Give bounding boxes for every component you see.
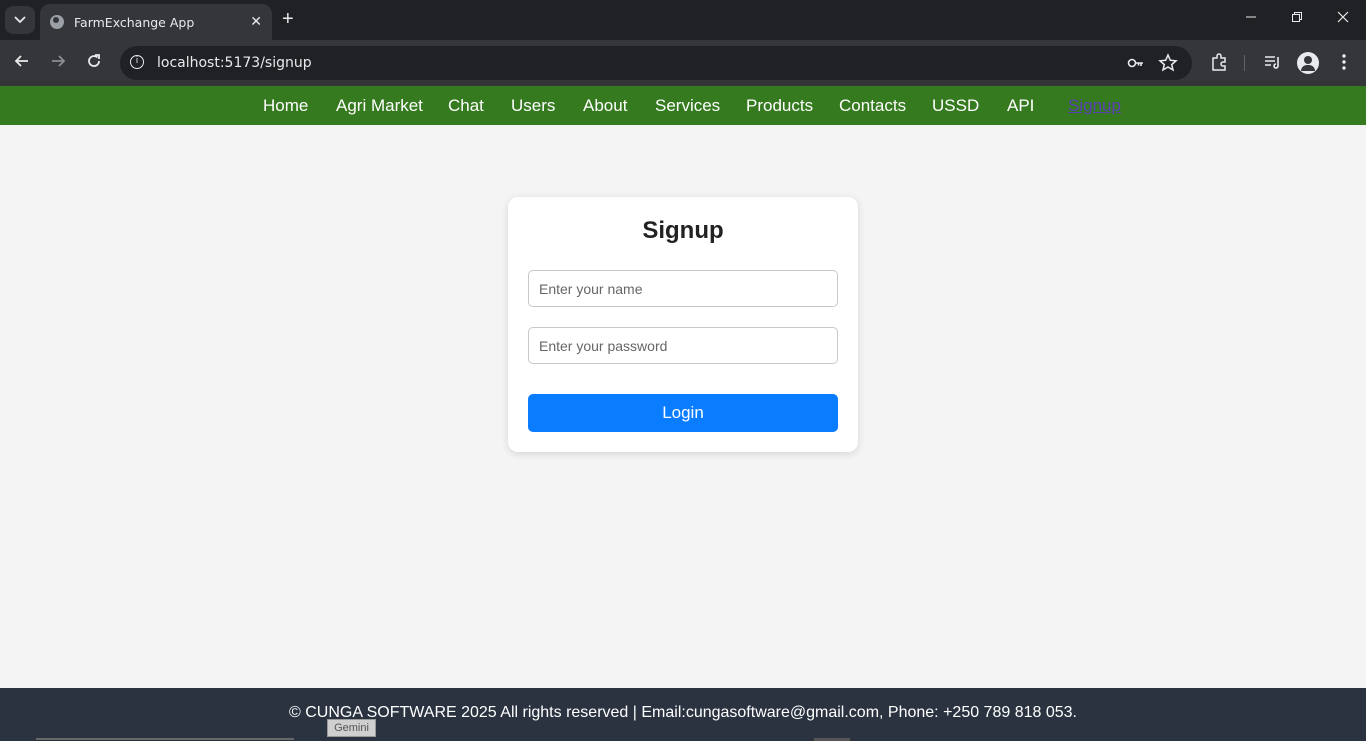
browser-toolbar: i localhost:5173/signup <box>0 40 1366 86</box>
toolbar-separator <box>1244 55 1245 71</box>
nav-signup[interactable]: Signup <box>1068 96 1121 116</box>
forward-icon[interactable] <box>49 52 67 74</box>
tab-close-icon[interactable]: ✕ <box>250 14 262 28</box>
nav-about[interactable]: About <box>583 96 627 116</box>
password-input[interactable] <box>528 327 838 364</box>
browser-tab[interactable]: FarmExchange App ✕ <box>40 4 272 40</box>
address-bar[interactable]: i localhost:5173/signup <box>120 46 1192 80</box>
profile-icon[interactable] <box>1297 52 1319 74</box>
browser-tab-bar: FarmExchange App ✕ + <box>0 0 1366 40</box>
close-window-icon[interactable] <box>1337 10 1349 26</box>
menu-icon[interactable] <box>1336 52 1352 77</box>
nav-ussd[interactable]: USSD <box>932 96 979 116</box>
extensions-icon[interactable] <box>1209 52 1229 77</box>
nav-services[interactable]: Services <box>655 96 720 116</box>
minimize-icon[interactable] <box>1245 10 1257 26</box>
gemini-tooltip: Gemini <box>327 719 376 737</box>
restore-icon[interactable] <box>1291 10 1303 26</box>
signup-card: Signup Login <box>508 197 858 452</box>
reload-icon[interactable] <box>85 52 103 74</box>
site-navbar: Home Agri Market Chat Users About Servic… <box>0 86 1366 125</box>
url-text[interactable]: localhost:5173/signup <box>157 55 312 71</box>
signup-title: Signup <box>642 217 724 244</box>
tab-search-icon[interactable] <box>5 6 35 34</box>
media-icon[interactable] <box>1262 52 1282 77</box>
nav-agri-market[interactable]: Agri Market <box>336 96 423 116</box>
site-info-icon[interactable]: i <box>130 55 144 69</box>
nav-products[interactable]: Products <box>746 96 813 116</box>
taskbar-edge <box>36 738 294 740</box>
back-icon[interactable] <box>13 52 31 74</box>
globe-icon <box>50 15 64 29</box>
bookmark-star-icon[interactable] <box>1158 53 1178 78</box>
tab-title: FarmExchange App <box>74 14 195 30</box>
nav-contacts[interactable]: Contacts <box>839 96 906 116</box>
footer: © CUNGA SOFTWARE 2025 All rights reserve… <box>0 688 1366 741</box>
footer-text: © CUNGA SOFTWARE 2025 All rights reserve… <box>289 704 1077 721</box>
login-button[interactable]: Login <box>528 394 838 432</box>
nav-home[interactable]: Home <box>263 96 308 116</box>
new-tab-button[interactable]: + <box>282 8 294 30</box>
nav-chat[interactable]: Chat <box>448 96 484 116</box>
name-input[interactable] <box>528 270 838 307</box>
nav-api[interactable]: API <box>1007 96 1034 116</box>
nav-users[interactable]: Users <box>511 96 555 116</box>
password-key-icon[interactable] <box>1126 53 1146 78</box>
